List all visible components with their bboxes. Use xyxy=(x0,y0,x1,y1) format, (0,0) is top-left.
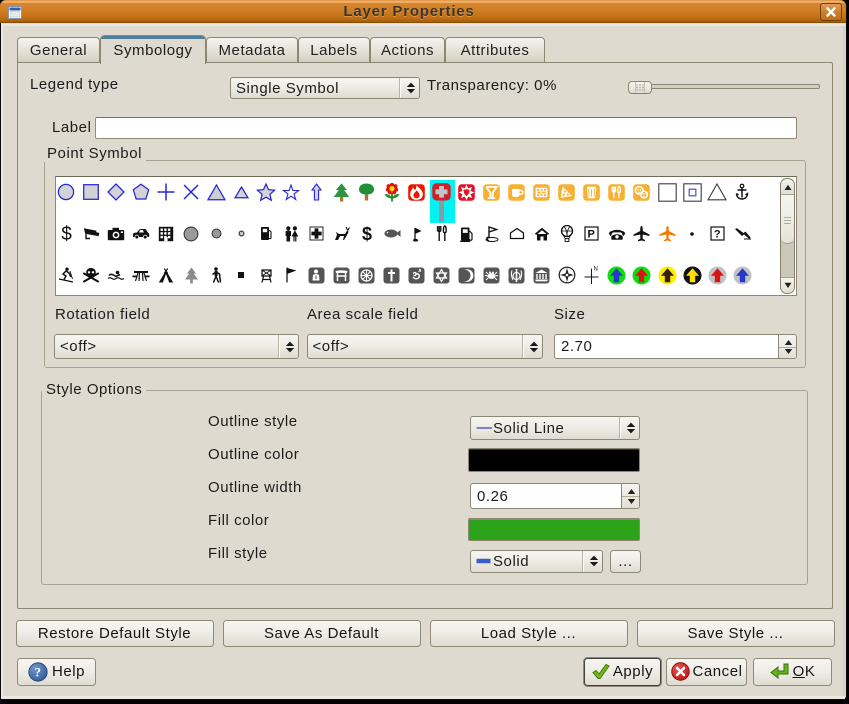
svg-text:N: N xyxy=(594,266,598,272)
svg-text:?: ? xyxy=(34,664,41,679)
svg-text:P: P xyxy=(588,229,596,241)
svg-text:$: $ xyxy=(361,224,371,243)
svg-text:$: $ xyxy=(61,224,72,243)
svg-text:?: ? xyxy=(713,229,720,241)
